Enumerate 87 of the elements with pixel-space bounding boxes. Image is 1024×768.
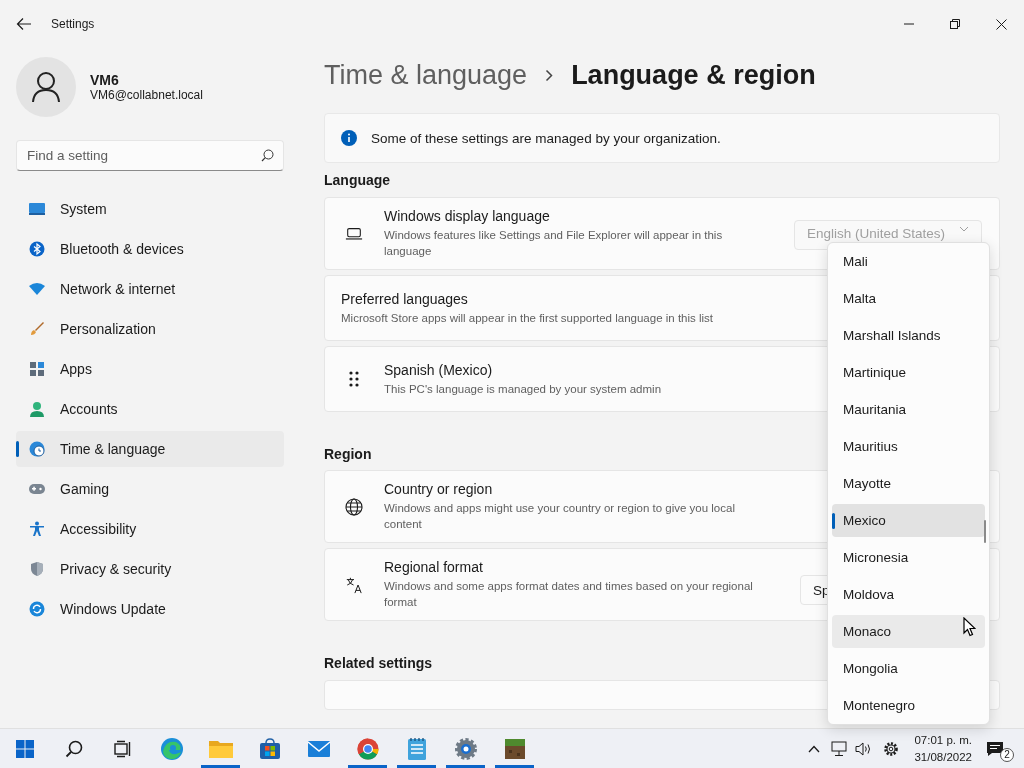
page-title: Language & region [571, 59, 816, 91]
person-icon [31, 71, 61, 103]
info-text: Some of these settings are managed by your organization. [371, 130, 721, 146]
browser-ball-icon [356, 737, 379, 760]
nav-item[interactable]: Gaming [16, 471, 284, 507]
list-item[interactable]: Micronesia [832, 541, 985, 574]
chevron-down-icon [959, 226, 970, 232]
shield-icon [29, 561, 45, 577]
settings-icon [883, 740, 900, 757]
nav-item[interactable]: Personalization [16, 311, 284, 347]
bluetooth-icon [29, 241, 45, 257]
section-heading: Related settings [324, 655, 433, 671]
clock[interactable]: 07:01 p. m. 31/08/2022 [914, 731, 972, 766]
notification-count: 2 [1000, 747, 1014, 762]
breadcrumb-link[interactable]: Time & language [324, 59, 528, 91]
setting-title: Windows display language [384, 208, 551, 224]
setting-description: Windows and some apps format dates and times based on your regional format [384, 579, 754, 610]
sync-icon [29, 601, 45, 617]
info-icon [341, 130, 357, 146]
section-heading: Language [324, 172, 391, 188]
laptop-icon [345, 225, 363, 242]
setting-title: Spanish (Mexico) [384, 361, 494, 378]
nav-item[interactable]: Accounts [16, 391, 284, 427]
speaker-icon [854, 740, 873, 757]
list-item[interactable]: Mayotte [832, 467, 985, 500]
list-item[interactable]: Mexico [832, 504, 985, 537]
restore-icon [950, 19, 960, 29]
apps-icon [29, 361, 45, 377]
clock-date: 31/08/2022 [914, 749, 972, 765]
globe-clock-icon [29, 441, 45, 457]
notifications-button[interactable]: 2 [986, 733, 1014, 764]
setting-title: Preferred languages [341, 290, 469, 307]
windows-logo-icon [15, 739, 34, 758]
scrollbar[interactable] [984, 520, 986, 543]
gamepad-icon [28, 483, 46, 495]
nav-item[interactable]: Accessibility [16, 511, 284, 547]
section-heading: Region [324, 446, 372, 462]
task-view-icon [113, 739, 132, 758]
grass-block-icon [503, 737, 526, 760]
nav-item[interactable]: Privacy & security [16, 551, 284, 587]
close-icon [995, 18, 1007, 30]
globe-icon [345, 497, 363, 516]
list-item[interactable]: Mauritania [832, 393, 985, 426]
list-item[interactable]: Malta [832, 282, 985, 315]
nav-item[interactable]: Apps [16, 351, 284, 387]
clock-time: 07:01 p. m. [914, 732, 972, 748]
nav-item[interactable]: Network & internet [16, 271, 284, 307]
setting-description: This PC's language is managed by your system admin [384, 381, 663, 397]
list-item[interactable]: Marshall Islands [832, 319, 985, 352]
accessibility-icon [29, 521, 45, 537]
brush-icon [29, 321, 45, 337]
wifi-icon [28, 282, 46, 296]
setting-description: Windows features like Settings and File Explorer will appear in this language [384, 228, 724, 259]
setting-title: Regional format [384, 559, 484, 575]
list-item[interactable]: Mauritius [832, 430, 985, 463]
nav-item[interactable]: Bluetooth & devices [16, 231, 284, 267]
list-item[interactable]: Montenegro [832, 689, 985, 722]
notepad-icon [406, 736, 427, 761]
search-icon [64, 739, 83, 758]
list-item[interactable]: Mongolia [832, 652, 985, 685]
list-item[interactable]: Monaco [832, 615, 985, 648]
setting-description: Windows and apps might use your country or region to give you local content [384, 501, 736, 532]
nav-item[interactable]: Windows Update [16, 591, 284, 627]
mouse-pointer-icon [963, 617, 976, 637]
gear-icon [453, 736, 478, 761]
monitor-icon [28, 202, 46, 216]
envelope-icon [306, 739, 331, 758]
browser-swirl-icon [159, 736, 184, 761]
user-name: VM6 [90, 72, 120, 88]
search-field[interactable]: Find a setting [16, 140, 284, 171]
chevron-right-icon [545, 68, 554, 82]
store-bag-icon [258, 737, 281, 760]
list-item[interactable]: Martinique [832, 356, 985, 389]
user-email: VM6@collabnet.local [90, 88, 203, 102]
drag-handle-icon [348, 370, 360, 388]
message-icon [986, 740, 1004, 757]
setting-description: Microsoft Store apps will appear in the first supported language in this list [341, 310, 714, 326]
nav-item[interactable]: Time & language [16, 431, 284, 467]
setting-title: Country or region [384, 481, 494, 497]
network-icon [830, 740, 847, 757]
search-icon [261, 149, 274, 162]
back-arrow-icon [16, 17, 32, 31]
list-item[interactable]: Moldova [832, 578, 985, 611]
chevron-up-icon [807, 744, 820, 753]
person-icon [29, 401, 45, 417]
window-title: Settings [51, 17, 95, 31]
nav-item[interactable]: System [16, 191, 284, 227]
